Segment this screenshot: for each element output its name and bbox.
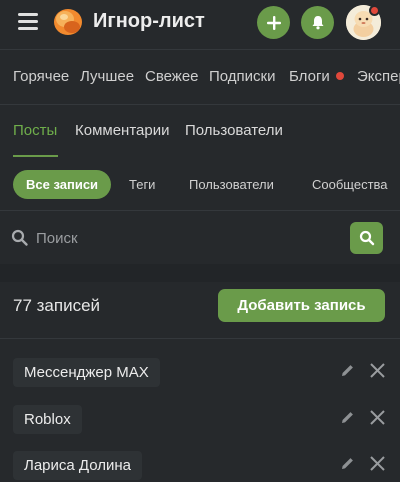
search-icon	[11, 229, 28, 246]
nav-divider	[0, 104, 400, 105]
notification-badge	[369, 5, 380, 16]
category-fresh[interactable]: Свежее	[145, 68, 199, 85]
filter-all-posts[interactable]: Все записи	[13, 170, 112, 199]
bell-icon	[312, 16, 323, 30]
filter-users[interactable]: Пользователи	[189, 170, 274, 199]
add-button[interactable]	[257, 6, 290, 39]
summary-divider	[0, 338, 400, 339]
logo[interactable]	[52, 7, 84, 37]
header-divider	[0, 49, 400, 50]
category-blogs[interactable]: Блоги	[289, 68, 330, 85]
section-separator	[0, 264, 400, 282]
records-count: 77 записей	[13, 296, 101, 315]
menu-icon[interactable]	[18, 13, 38, 30]
search-icon	[359, 230, 374, 246]
list-item: Мессенджер MAX	[0, 354, 400, 394]
filters-divider	[0, 210, 400, 211]
category-best[interactable]: Лучшее	[80, 68, 134, 85]
plus-icon	[266, 15, 281, 30]
top-header: Игнор-лист	[0, 0, 400, 46]
add-record-button[interactable]: Добавить запись	[218, 289, 385, 322]
pencil-icon[interactable]	[340, 363, 355, 378]
filter-communities[interactable]: Сообщества	[312, 170, 388, 199]
tab-posts[interactable]: Посты	[13, 122, 57, 139]
list-item: Roblox	[0, 401, 400, 441]
filter-tags[interactable]: Теги	[129, 170, 155, 199]
search-input[interactable]	[36, 224, 336, 252]
ignore-list-page: Игнор-лист Горячее Лучшее Свежее Подписк…	[0, 0, 400, 482]
list-item-label: Мессенджер MAX	[13, 358, 160, 387]
close-icon[interactable]	[369, 409, 386, 426]
blogs-new-dot	[336, 72, 344, 80]
notifications-button[interactable]	[301, 6, 334, 39]
page-title: Игнор-лист	[93, 10, 205, 32]
tab-users[interactable]: Пользователи	[185, 122, 283, 139]
list-item-label: Roblox	[13, 405, 82, 434]
list-item-label: Лариса Долина	[13, 451, 143, 480]
category-experts[interactable]: Экспер	[357, 68, 400, 85]
category-hot[interactable]: Горячее	[13, 68, 69, 85]
pencil-icon[interactable]	[340, 410, 355, 425]
search-button[interactable]	[350, 222, 383, 254]
tab-comments[interactable]: Комментарии	[75, 122, 169, 139]
active-tab-underline	[13, 155, 58, 157]
close-icon[interactable]	[369, 455, 386, 472]
pencil-icon[interactable]	[340, 456, 355, 471]
category-subscriptions[interactable]: Подписки	[209, 68, 276, 85]
close-icon[interactable]	[369, 362, 386, 379]
list-item: Лариса Долина	[0, 447, 400, 482]
